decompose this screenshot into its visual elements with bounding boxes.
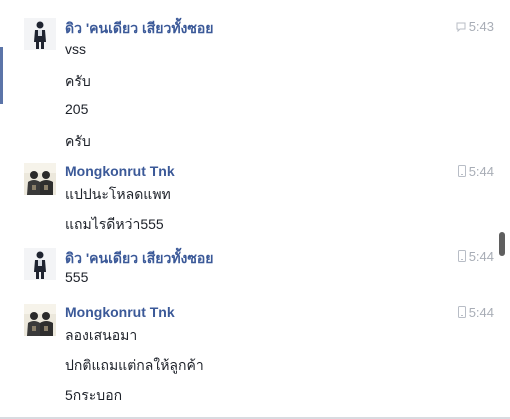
sender-name[interactable]: Mongkonrut Tnk — [65, 304, 175, 320]
message-text: แปปนะโหลดแพท — [65, 186, 171, 202]
message-text: 555 — [65, 269, 89, 285]
standing-person-avatar-icon — [24, 248, 56, 280]
chat-thread[interactable]: ดิว 'คนเดียว เสียวทั้งซอย 5:43 vss ครับ … — [0, 0, 510, 419]
message-time: 5:44 — [457, 249, 494, 265]
two-people-avatar-icon — [24, 304, 56, 336]
standing-person-avatar-icon — [24, 18, 56, 50]
sender-name[interactable]: Mongkonrut Tnk — [65, 163, 175, 179]
scrollbar-thumb[interactable] — [499, 232, 505, 256]
message-time: 5:44 — [457, 164, 494, 180]
timestamp: 5:43 — [468, 19, 494, 34]
message-text: แถมไรดีหว่า555 — [65, 216, 164, 232]
avatar[interactable] — [24, 248, 56, 280]
chat-bubble-icon — [456, 20, 466, 35]
avatar[interactable] — [24, 304, 56, 336]
message-text: 5กระบอก — [65, 387, 123, 403]
message-text: ลองเสนอมา — [65, 327, 138, 343]
avatar[interactable] — [24, 163, 56, 195]
timestamp: 5:44 — [468, 164, 494, 179]
message-time: 5:43 — [456, 19, 494, 35]
timestamp: 5:44 — [468, 249, 494, 264]
message-time: 5:44 — [457, 305, 494, 321]
mobile-phone-icon — [457, 306, 466, 321]
timestamp: 5:44 — [468, 305, 494, 320]
message-text: 205 — [65, 101, 89, 117]
message-text: ปกติแถมแต่กลให้ลูกค้า — [65, 357, 204, 373]
mobile-phone-icon — [457, 165, 466, 180]
message-text: ครับ — [65, 133, 91, 149]
two-people-avatar-icon — [24, 163, 56, 195]
active-indicator — [0, 47, 3, 104]
message-text: vss — [65, 41, 86, 57]
avatar[interactable] — [24, 18, 56, 50]
scrollbar[interactable] — [498, 0, 506, 419]
sender-name[interactable]: ดิว 'คนเดียว เสียวทั้งซอย — [65, 248, 214, 270]
message-text: ครับ — [65, 73, 91, 89]
mobile-phone-icon — [457, 250, 466, 265]
sender-name[interactable]: ดิว 'คนเดียว เสียวทั้งซอย — [65, 18, 214, 40]
